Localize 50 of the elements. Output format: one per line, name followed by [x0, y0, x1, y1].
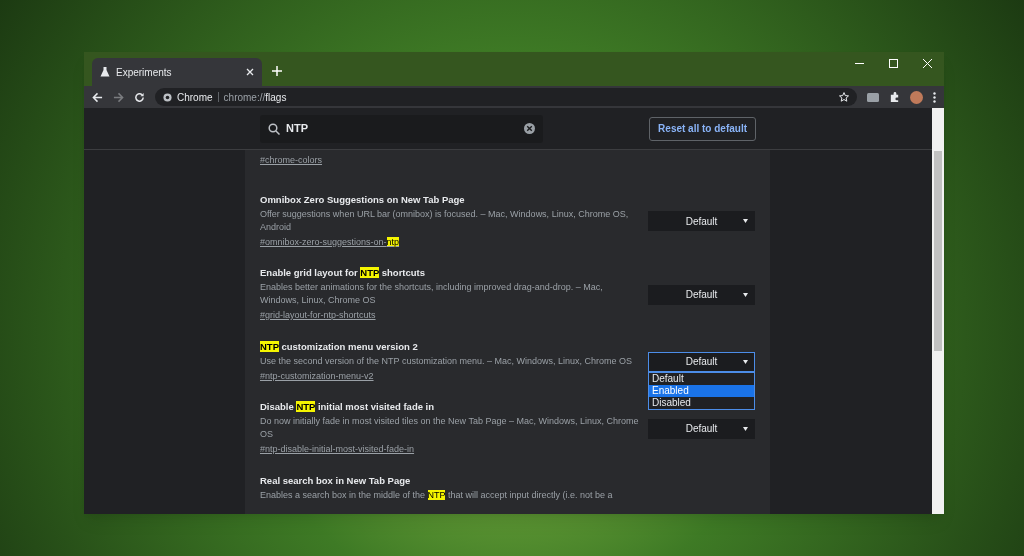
flask-icon — [100, 67, 110, 77]
flag-description: Enables better animations for the shortcuts, including improved drag-and-drop. – Mac, Windows, Linux, Chrome OS — [260, 281, 604, 307]
clear-icon[interactable] — [524, 123, 535, 134]
flag-link[interactable]: #ntp-disable-initial-most-visited-fade-in — [260, 444, 415, 454]
back-icon[interactable] — [92, 91, 103, 103]
puzzle-icon[interactable] — [889, 91, 900, 103]
dropdown-select[interactable]: Default — [648, 284, 755, 305]
chrome-icon — [163, 92, 172, 102]
scrollbar[interactable] — [932, 108, 944, 514]
search-icon — [268, 122, 280, 135]
flag-description: Enables a search box in the middle of the NTP that will accept input directly (i.e. not be a — [260, 488, 614, 502]
flag-link[interactable]: #ntp-customization-menu-v2 — [260, 370, 374, 381]
dropdown-option[interactable]: Default — [649, 372, 754, 385]
caret-icon — [743, 219, 748, 224]
close-icon[interactable] — [246, 68, 254, 76]
flag-title: Omnibox Zero Suggestions on New Tab Page — [260, 193, 466, 206]
dropdown-select[interactable]: Default — [648, 351, 755, 372]
new-tab-icon[interactable] — [272, 66, 282, 76]
flag-link[interactable]: #omnibox-zero-suggestions-on-ntp — [260, 236, 400, 247]
dropdown-option[interactable]: Enabled — [649, 384, 754, 397]
flag-title: Real search box in New Tab Page — [260, 474, 412, 487]
caret-icon — [743, 426, 748, 431]
dropdown-select[interactable]: Default — [648, 418, 755, 439]
close-icon — [922, 58, 932, 68]
tab-title: Experiments — [116, 65, 173, 80]
caret-icon — [743, 359, 748, 364]
flag-title: NTP customization menu version 2 — [260, 340, 419, 353]
flag-description: Offer suggestions when URL bar (omnibox) is focused. – Mac, Windows, Linux, Chrome OS, Android — [260, 207, 630, 234]
star-icon[interactable] — [839, 92, 849, 102]
dropdown-select[interactable]: Default — [648, 211, 755, 232]
search-field[interactable]: NTP — [260, 114, 543, 143]
caret-icon — [743, 292, 748, 297]
extension-icon[interactable] — [867, 92, 879, 102]
minimize-icon — [854, 62, 864, 64]
url-text: chrome://flags — [223, 90, 287, 105]
flag-title: Disable NTP initial most visited fade in — [260, 401, 436, 413]
flag-description: Use the second version of the NTP customization menu. – Mac, Windows, Linux, Chrome OS — [260, 354, 633, 368]
reset-button[interactable]: Reset all to default — [649, 116, 756, 141]
more-icon[interactable] — [933, 91, 936, 103]
site-label: Chrome — [177, 90, 213, 105]
avatar-icon[interactable] — [910, 90, 923, 104]
flag-description: Do now initially fade in most visited tiles on the New Tab Page – Mac, Windows, Linux, Chrome OS — [260, 415, 640, 441]
flag-title: Enable grid layout for NTP shortcuts — [260, 267, 427, 279]
flag-link[interactable]: #chrome-colors — [260, 155, 323, 165]
dropdown-option[interactable]: Disabled — [649, 396, 754, 409]
browser-tab[interactable]: Experiments — [92, 58, 262, 86]
address-bar[interactable]: Chrome chrome://flags — [155, 88, 857, 106]
reload-icon[interactable] — [134, 91, 145, 103]
flag-link[interactable]: #grid-layout-for-ntp-shortcuts — [260, 310, 376, 320]
maximize-icon — [888, 58, 898, 68]
